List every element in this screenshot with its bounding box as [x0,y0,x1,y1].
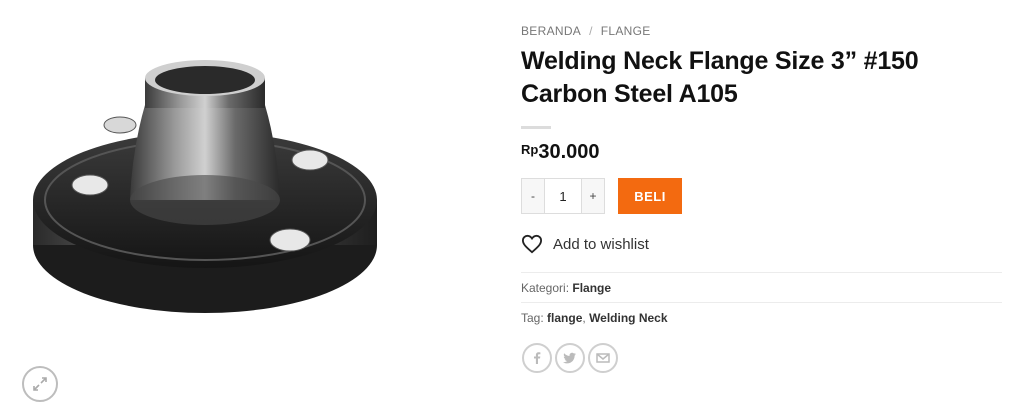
product-title: Welding Neck Flange Size 3” #150 Carbon … [521,47,919,108]
tag-separator: , [582,311,586,325]
quantity-plus-button[interactable]: + [582,179,604,213]
email-icon [596,353,610,363]
tag-link[interactable]: Welding Neck [589,311,667,325]
tags-label: Tag: [521,311,544,325]
product-tags: Tag: flange, Welding Neck [521,311,668,325]
breadcrumb-home[interactable]: BERANDA [521,24,581,38]
title-divider [521,126,551,129]
buy-button[interactable]: BELI [618,178,682,214]
price-amount: 30.000 [538,141,600,163]
share-icons [522,343,618,373]
wishlist-button[interactable]: Add to wishlist [521,234,649,254]
wishlist-label: Add to wishlist [553,235,649,253]
product-category: Kategori: Flange [521,281,611,295]
quantity-stepper: - 1 + [521,178,605,214]
category-label: Kategori: [521,281,570,295]
meta-divider-middle [521,302,1002,303]
breadcrumb-category[interactable]: FLANGE [601,24,651,38]
product-image[interactable] [20,40,400,330]
breadcrumb-separator: / [589,24,593,38]
quantity-minus-button[interactable]: - [522,179,544,213]
tag-link[interactable]: flange [547,311,582,325]
heart-icon [521,234,543,254]
breadcrumb: BERANDA / FLANGE [521,24,651,38]
product-price: Rp30.000 [521,141,600,164]
share-email-button[interactable] [588,343,618,373]
product-gallery [0,0,500,417]
expand-icon [33,377,47,391]
share-facebook-button[interactable] [522,343,552,373]
meta-divider-top [521,272,1002,273]
category-link[interactable]: Flange [572,281,611,295]
zoom-button[interactable] [22,366,58,402]
twitter-icon [563,352,576,364]
facebook-icon [534,352,541,364]
quantity-input[interactable]: 1 [544,179,582,213]
share-twitter-button[interactable] [555,343,585,373]
price-currency: Rp [521,142,539,157]
